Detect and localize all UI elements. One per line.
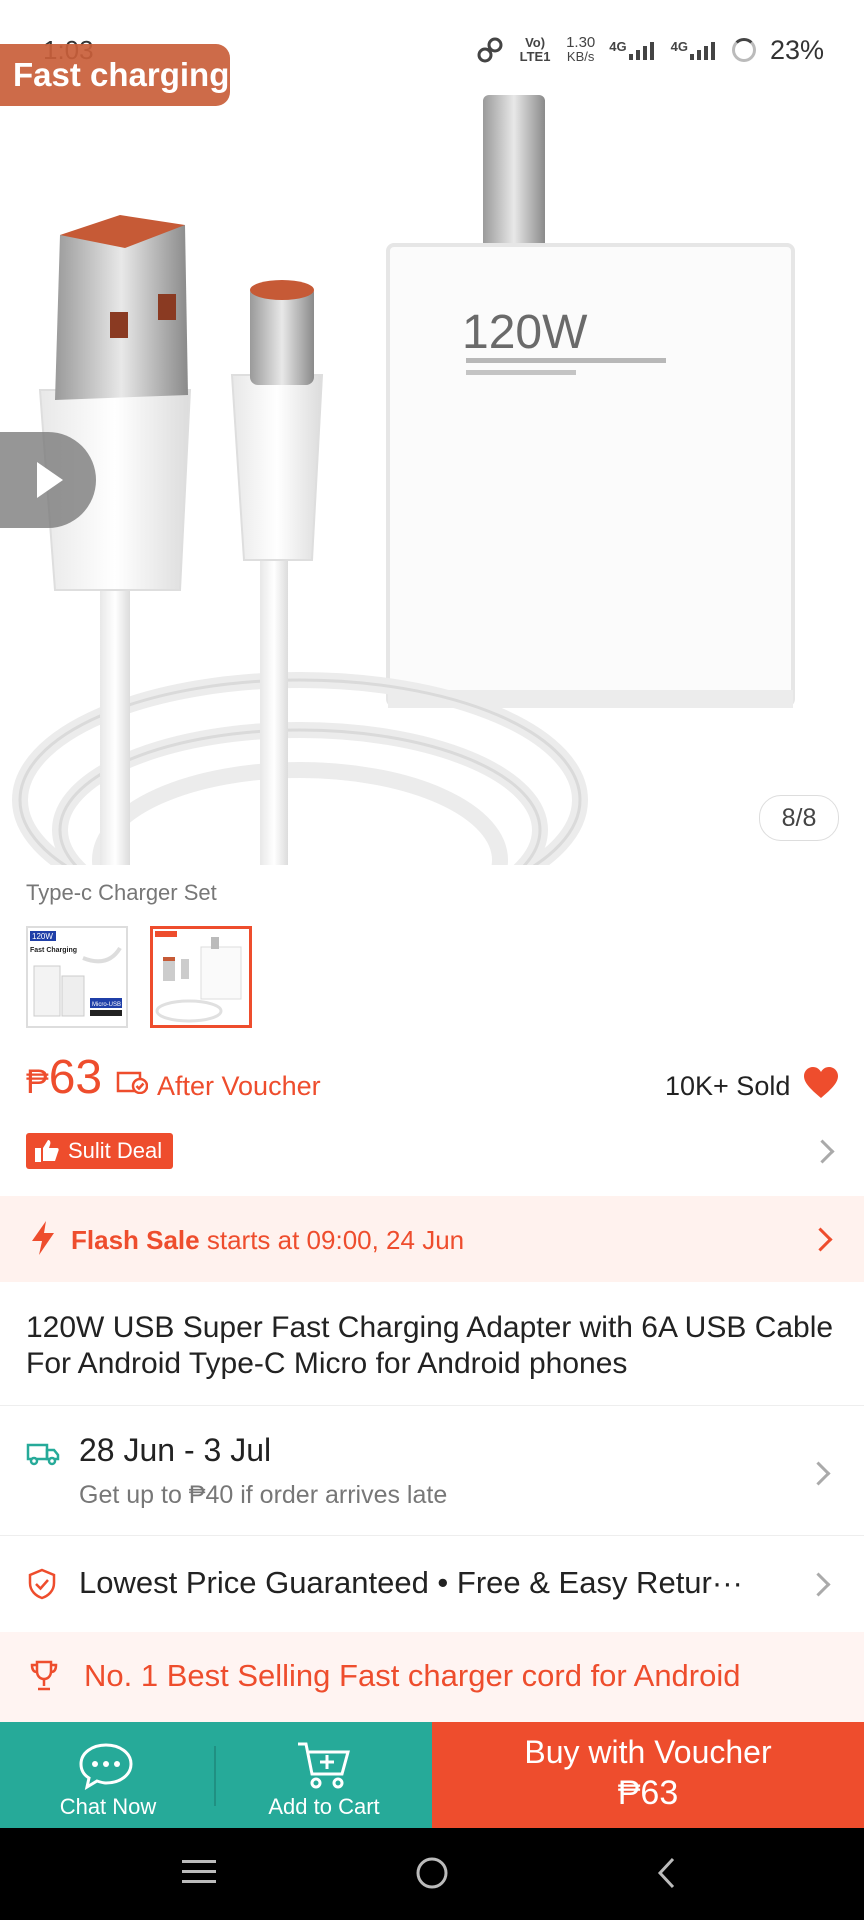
signal-1-label: 4G (609, 39, 627, 54)
play-video-button[interactable] (0, 432, 96, 528)
delivery-truck-icon (26, 1443, 60, 1466)
recents-menu-icon[interactable] (182, 1858, 216, 1886)
sulit-chevron-icon[interactable] (810, 1139, 835, 1164)
guarantee-chevron-icon (806, 1572, 831, 1597)
thumb-1-badge: 120W (32, 932, 53, 941)
chat-icon (79, 1743, 133, 1790)
link-icon (477, 37, 503, 63)
flash-sale-banner[interactable]: Flash Sale starts at 09:00, 24 Jun (0, 1196, 864, 1282)
shipping-row[interactable] (0, 1406, 864, 1534)
flash-chevron-icon (808, 1227, 833, 1252)
price-currency: ₱ (26, 1063, 49, 1101)
signal-bars-icon (689, 42, 715, 60)
price-amount: 63 (48, 1051, 103, 1104)
signal-1: 4G (609, 40, 656, 60)
status-icons: Vo) LTE1 1.30 KB/s 4G 4G 23% (476, 30, 824, 70)
delivery-date: 28 Jun - 3 Jul (79, 1432, 272, 1468)
flash-sale-text: Flash Sale starts at 09:00, 24 Jun (71, 1225, 464, 1256)
add-to-cart-icon (298, 1742, 350, 1789)
shipping-chevron-icon (806, 1461, 831, 1486)
battery-percent: 23% (769, 34, 824, 65)
price: ₱63 (26, 1050, 102, 1105)
fast-charging-badge: Fast charging (0, 44, 230, 106)
add-to-cart-button[interactable]: Add to Cart (216, 1722, 432, 1828)
after-voucher-label: After Voucher (157, 1071, 321, 1101)
flash-sale-label: Flash Sale (71, 1225, 200, 1255)
variation-thumb-2[interactable] (150, 926, 252, 1028)
sulit-deal-badge[interactable]: Sulit Deal (26, 1133, 174, 1169)
network-speed: 1.30 KB/s (566, 34, 596, 64)
like-heart-icon[interactable] (803, 1066, 839, 1100)
best-selling-banner[interactable]: No. 1 Best Selling Fast charger cord for… (0, 1632, 864, 1722)
signal-2: 4G (671, 40, 718, 60)
lightning-icon (32, 1221, 54, 1255)
product-image[interactable]: 120W (0, 0, 864, 865)
variation-thumb-1[interactable]: 120W Fast Charging Micro-USB (26, 926, 128, 1028)
variation-label: Type-c Charger Set (26, 880, 217, 905)
back-icon[interactable] (655, 1856, 677, 1890)
sold-count: 10K+ Sold (665, 1071, 791, 1101)
guarantee-text: Lowest Price Guaranteed • Free & Easy Re… (79, 1565, 743, 1600)
thumb-1-image: 120W Fast Charging Micro-USB (30, 931, 122, 1017)
product-title: 120W USB Super Fast Charging Adapter wit… (26, 1311, 834, 1380)
thumb-2-image (155, 931, 242, 1023)
best-selling-text: No. 1 Best Selling Fast charger cord for… (84, 1658, 741, 1693)
thumb-1-caption: Fast Charging (30, 947, 77, 954)
sulit-deal-label: Sulit Deal (68, 1138, 163, 1163)
voucher-icon (116, 1071, 148, 1094)
adapter-wattage-text: 120W (462, 306, 588, 359)
charger-set-illustration: 120W (12, 95, 795, 865)
volte-indicator: Vo) LTE1 (519, 35, 551, 64)
image-counter: 8/8 (759, 795, 839, 841)
thumb-1-sub: Micro-USB (92, 1002, 121, 1008)
network-speed-unit: KB/s (566, 49, 595, 64)
chat-now-label: Chat Now (59, 1794, 157, 1819)
battery-ring-icon (731, 38, 756, 62)
thumbs-up-icon (35, 1140, 59, 1162)
home-circle-icon[interactable] (415, 1856, 449, 1890)
bottom-action-bar: Chat Now Add to Cart Buy with Voucher ₱6… (0, 1722, 864, 1828)
shield-icon (28, 1568, 56, 1600)
add-to-cart-label: Add to Cart (268, 1794, 380, 1819)
signal-bars-icon (628, 42, 654, 60)
play-icon (37, 462, 63, 498)
network-speed-value: 1.30 (566, 34, 596, 51)
system-navigation-bar (0, 1828, 864, 1920)
buy-with-voucher-button[interactable]: Buy with Voucher ₱63 (432, 1722, 864, 1828)
chat-now-button[interactable]: Chat Now (0, 1722, 216, 1828)
signal-2-label: 4G (670, 39, 688, 54)
buy-label: Buy with Voucher (524, 1734, 772, 1770)
flash-sale-time: starts at 09:00, 24 Jun (199, 1225, 465, 1255)
trophy-icon (30, 1660, 58, 1691)
late-guarantee-text: Get up to ₱40 if order arrives late (79, 1481, 448, 1509)
buy-price: ₱63 (617, 1774, 679, 1812)
